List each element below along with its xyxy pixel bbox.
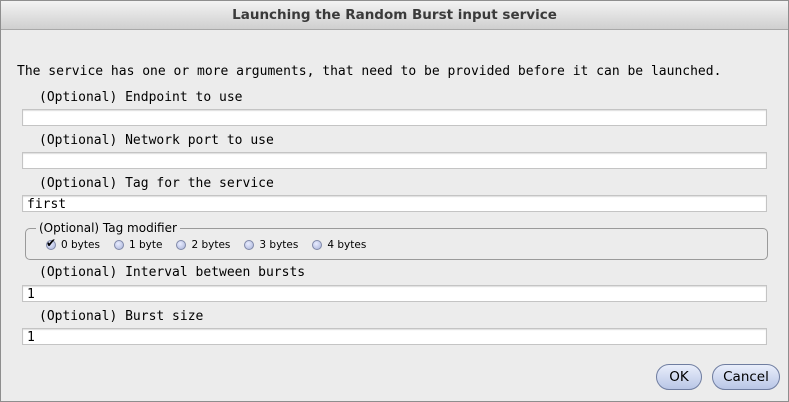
radio-unchecked-icon bbox=[312, 240, 323, 250]
radio-4-bytes[interactable]: 4 bytes bbox=[312, 239, 366, 251]
radio-unchecked-icon bbox=[113, 240, 124, 250]
ok-button[interactable]: OK bbox=[656, 364, 702, 390]
tag-modifier-legend: (Optional) Tag modifier bbox=[36, 220, 180, 236]
tag-label: (Optional) Tag for the service bbox=[39, 176, 274, 191]
radio-2-bytes[interactable]: 2 bytes bbox=[176, 239, 230, 251]
tag-modifier-options: ✔ 0 bytes 1 byte 2 bytes 3 bytes 4 bytes bbox=[46, 236, 380, 252]
dialog-title: Launching the Random Burst input service bbox=[1, 1, 788, 30]
radio-3-bytes[interactable]: 3 bytes bbox=[244, 239, 298, 251]
radio-unchecked-icon bbox=[244, 240, 255, 250]
tag-modifier-group: (Optional) Tag modifier ✔ 0 bytes 1 byte… bbox=[25, 220, 768, 260]
tag-input[interactable]: first bbox=[22, 195, 767, 212]
radio-label: 0 bytes bbox=[61, 239, 100, 251]
dialog-content: The service has one or more arguments, t… bbox=[1, 30, 788, 401]
dialog-window: Launching the Random Burst input service… bbox=[0, 0, 789, 402]
port-input[interactable] bbox=[22, 152, 767, 169]
burst-size-label: (Optional) Burst size bbox=[39, 309, 204, 324]
burst-size-input[interactable]: 1 bbox=[22, 328, 767, 345]
radio-unchecked-icon bbox=[176, 240, 187, 250]
radio-label: 4 bytes bbox=[327, 239, 367, 251]
radio-checked-icon: ✔ bbox=[46, 236, 57, 250]
radio-label: 3 bytes bbox=[259, 239, 299, 251]
interval-input[interactable]: 1 bbox=[22, 285, 767, 302]
port-label: (Optional) Network port to use bbox=[39, 133, 274, 148]
radio-1-byte[interactable]: 1 byte bbox=[113, 239, 163, 251]
radio-0-bytes[interactable]: ✔ 0 bytes bbox=[46, 236, 100, 251]
endpoint-label: (Optional) Endpoint to use bbox=[39, 90, 243, 105]
endpoint-input[interactable] bbox=[22, 109, 767, 126]
cancel-button[interactable]: Cancel bbox=[712, 364, 780, 390]
intro-text: The service has one or more arguments, t… bbox=[17, 64, 722, 79]
interval-label: (Optional) Interval between bursts bbox=[39, 265, 306, 280]
radio-label: 1 byte bbox=[128, 239, 163, 251]
radio-label: 2 bytes bbox=[191, 239, 231, 251]
